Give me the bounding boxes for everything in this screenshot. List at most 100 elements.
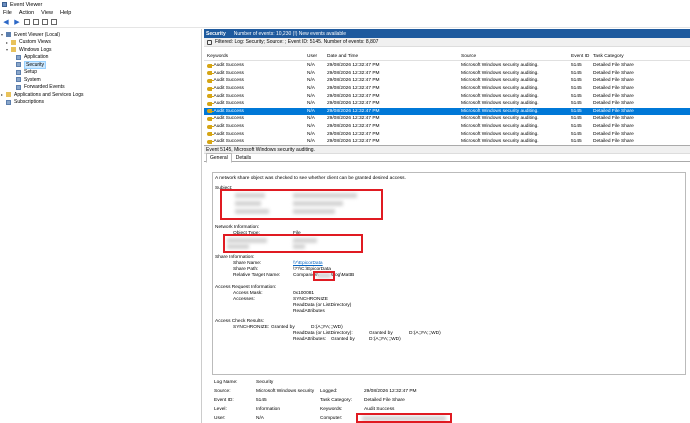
tab-general[interactable]: General [206, 153, 232, 163]
prop-logged: 29/08/2026 12:32:47 PM [364, 389, 417, 394]
event-properties: Log Name: Security Source: Microsoft Win… [212, 380, 686, 423]
table-row[interactable]: Audit Success N/A 29/08/2026 12:32:47 PM Mi… [204, 92, 690, 100]
col-user[interactable]: User [307, 53, 317, 60]
menu-action[interactable]: Action [19, 10, 34, 16]
cell-event-id: 5145 [571, 124, 582, 130]
tree-log-setup[interactable]: Setup [0, 69, 201, 77]
access-mask-label: Access Mask: [233, 291, 263, 296]
key-icon [207, 132, 214, 137]
tree-custom-views[interactable]: ▸ Custom Views [0, 39, 201, 47]
log-icon [16, 77, 21, 83]
share-name-link[interactable]: \\*\EpicorData [293, 261, 323, 266]
cell-user: N/A [307, 116, 315, 122]
tree-root[interactable]: ▾ Event Viewer (Local) [0, 31, 201, 39]
tab-details[interactable]: Details [232, 153, 255, 163]
col-source[interactable]: Source [461, 53, 476, 60]
keyword-text: Audit Success [213, 116, 244, 122]
forward-arrow-icon[interactable]: ▶ [13, 18, 21, 26]
table-row[interactable]: Audit Success N/A 29/08/2026 12:32:47 PM Mi… [204, 130, 690, 138]
access-item: ReadData (or ListDirectory) [293, 303, 352, 308]
prop-label: Task Category: [320, 398, 352, 403]
tree-windows-logs[interactable]: ▾ Windows Logs [0, 46, 201, 54]
tree-log-system[interactable]: System [0, 76, 201, 84]
cell-event-id: 5145 [571, 101, 582, 107]
event-summary: A network share object was checked to se… [215, 176, 406, 181]
cell-source: Microsoft Windows security auditing. [461, 101, 539, 107]
filter-bar: Filtered: Log: Security; Source: ; Event… [204, 38, 690, 47]
access-item: SYNCHRONIZE [293, 297, 328, 302]
title-bar: Event Viewer [0, 0, 690, 9]
cell-keywords: Audit Success [207, 130, 244, 138]
event-viewer-icon [2, 2, 7, 7]
tree-subscriptions[interactable]: Subscriptions [0, 99, 201, 107]
cell-keywords: Audit Success [207, 100, 244, 108]
cell-source: Microsoft Windows security auditing. [461, 70, 539, 76]
col-date[interactable]: Date and Time [327, 53, 358, 60]
table-row[interactable]: Audit Success N/A 29/08/2026 12:32:47 PM Mi… [204, 107, 690, 116]
cell-event-id: 5145 [571, 78, 582, 84]
share-name-label: Share Name: [233, 261, 262, 266]
cell-source: Microsoft Windows security auditing. [461, 63, 539, 69]
cell-user: N/A [307, 93, 315, 99]
log-icon [16, 54, 21, 60]
help-icon[interactable] [42, 19, 48, 25]
key-icon [207, 78, 214, 83]
back-arrow-icon[interactable]: ◀ [2, 18, 10, 26]
cell-date: 29/08/2026 12:32:47 PM [327, 108, 380, 114]
cell-user: N/A [307, 101, 315, 107]
cell-event-id: 5145 [571, 108, 582, 114]
cell-user: N/A [307, 131, 315, 137]
tree-log-label: System [24, 76, 41, 83]
table-row[interactable]: Audit Success N/A 29/08/2026 12:32:47 PM Mi… [204, 100, 690, 108]
prop-label: Keywords: [320, 407, 343, 412]
prop-level: Information [256, 407, 280, 412]
properties-icon[interactable] [33, 19, 39, 25]
menu-view[interactable]: View [41, 10, 53, 16]
cell-source: Microsoft Windows security auditing. [461, 131, 539, 137]
cell-event-id: 5145 [571, 116, 582, 122]
tree-custom-views-label: Custom Views [19, 39, 51, 46]
check-sddl: D:(A;;FA;;;WD) [369, 337, 401, 342]
table-row[interactable]: Audit Success N/A 29/08/2026 12:32:47 PM Mi… [204, 85, 690, 93]
filter-icon [207, 39, 212, 45]
key-icon [207, 139, 214, 144]
cell-task-category: Detailed File Share [593, 78, 634, 84]
event-description[interactable]: A network share object was checked to se… [212, 172, 686, 375]
show-hide-tree-icon[interactable] [24, 19, 30, 25]
table-row[interactable]: Audit Success N/A 29/08/2026 12:32:47 PM Mi… [204, 62, 690, 70]
action-pane-icon[interactable] [51, 19, 57, 25]
table-row[interactable]: Audit Success N/A 29/08/2026 12:32:47 PM Mi… [204, 70, 690, 78]
cell-source: Microsoft Windows security auditing. [461, 124, 539, 130]
tree-log-security[interactable]: Security [0, 60, 201, 69]
redaction-highlight-subject [220, 189, 383, 220]
prop-log-name: Security [256, 380, 274, 385]
access-request-heading: Access Request Information: [215, 285, 277, 290]
tree-log-label: Forwarded Events [24, 84, 65, 91]
cell-task-category: Detailed File Share [593, 131, 634, 137]
redaction-highlight-network [223, 234, 363, 253]
cell-task-category: Detailed File Share [593, 93, 634, 99]
table-row[interactable]: Audit Success N/A 29/08/2026 12:32:47 PM Mi… [204, 77, 690, 85]
cell-task-category: Detailed File Share [593, 70, 634, 76]
key-icon [207, 109, 214, 114]
tree-apps-services[interactable]: ▸ Applications and Services Logs [0, 91, 201, 99]
keyword-text: Audit Success [213, 63, 244, 69]
log-icon [16, 62, 21, 68]
table-row[interactable]: Audit Success N/A 29/08/2026 12:32:47 PM Mi… [204, 123, 690, 131]
detail-tabs: General Details [204, 153, 690, 163]
cell-event-id: 5145 [571, 86, 582, 92]
menu-help[interactable]: Help [60, 10, 71, 16]
col-task-category[interactable]: Task Category [593, 53, 624, 60]
col-event-id[interactable]: Event ID [571, 53, 589, 60]
table-row[interactable]: Audit Success N/A 29/08/2026 12:32:47 PM Mi… [204, 115, 690, 123]
check-label: ReadAttributes: [293, 337, 327, 342]
col-keywords[interactable]: Keywords [207, 53, 228, 60]
filter-text: Filtered: Log: Security; Source: ; Event… [215, 39, 379, 45]
cell-date: 29/08/2026 12:32:47 PM [327, 116, 380, 122]
access-item: ReadAttributes [293, 309, 325, 314]
event-detail-pane: Event 5145, Microsoft Windows security a… [204, 145, 690, 423]
menu-file[interactable]: File [3, 10, 12, 16]
tree-log-forwarded[interactable]: Forwarded Events [0, 84, 201, 92]
key-icon [207, 86, 214, 91]
keyword-text: Audit Success [213, 124, 244, 130]
